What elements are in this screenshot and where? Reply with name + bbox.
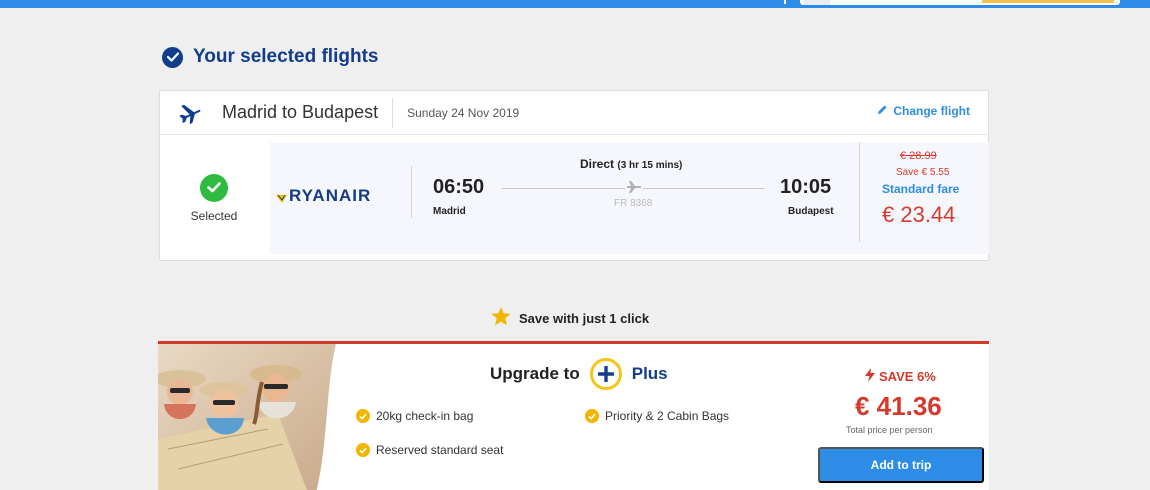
add-to-trip-button[interactable]: Add to trip bbox=[818, 447, 984, 483]
stops-label: Direct bbox=[580, 157, 615, 171]
airline-logo: RYANAIR bbox=[276, 186, 371, 206]
stops-info: Direct (3 hr 15 mins) bbox=[580, 157, 682, 171]
change-flight-link[interactable]: Change flight bbox=[877, 104, 970, 118]
price-panel: € 28.99 Save € 5.55 Standard fare € 23.4… bbox=[859, 142, 989, 242]
travelers-photo bbox=[158, 344, 336, 490]
feature-check-icon bbox=[356, 409, 370, 423]
price-note: Total price per person bbox=[846, 425, 933, 435]
flight-number: FR 8368 bbox=[614, 198, 653, 209]
feature-item: Reserved standard seat bbox=[356, 443, 503, 457]
plus-badge-icon bbox=[589, 358, 622, 390]
feature-item: Priority & 2 Cabin Bags bbox=[585, 409, 729, 423]
harp-icon bbox=[276, 191, 287, 203]
header-search-box[interactable] bbox=[800, 0, 1120, 5]
saving-amount: Save € 5.55 bbox=[896, 167, 950, 178]
save-one-click-banner: Save with just 1 click bbox=[491, 307, 649, 329]
plus-product-name: Plus bbox=[631, 364, 668, 383]
feature-label: Priority & 2 Cabin Bags bbox=[605, 409, 730, 423]
route-title: Madrid to Budapest bbox=[222, 102, 379, 122]
save-percent-badge: SAVE 6% bbox=[865, 368, 936, 385]
departure-city: Madrid bbox=[433, 206, 466, 217]
route-plane-icon bbox=[625, 179, 643, 195]
top-nav-bar bbox=[0, 0, 1150, 8]
logo-divider bbox=[411, 166, 412, 218]
feature-label: Reserved standard seat bbox=[376, 443, 504, 457]
feature-check-icon bbox=[356, 443, 370, 457]
search-button[interactable] bbox=[982, 0, 1114, 3]
lightning-icon bbox=[865, 368, 875, 385]
flight-price: € 23.44 bbox=[882, 202, 956, 227]
page-title: Your selected flights bbox=[193, 46, 379, 67]
selection-status: Selected bbox=[160, 135, 268, 261]
plus-upgrade-card: Upgrade to Plus 20kg check-in bag Priori… bbox=[158, 341, 989, 490]
selected-check-icon bbox=[200, 173, 228, 202]
selected-label: Selected bbox=[190, 208, 238, 223]
pencil-icon bbox=[877, 104, 888, 118]
arrival-time: 10:05 bbox=[780, 176, 832, 198]
fare-type: Standard fare bbox=[882, 182, 960, 196]
arrival-city: Budapest bbox=[788, 206, 834, 217]
selected-flights-heading: Your selected flights bbox=[162, 46, 378, 68]
feature-item: 20kg check-in bag bbox=[356, 409, 473, 423]
check-circle-icon bbox=[162, 46, 183, 68]
duration-label: (3 hr 15 mins) bbox=[617, 160, 683, 171]
flight-date: Sunday 24 Nov 2019 bbox=[407, 105, 520, 120]
search-segment bbox=[804, 0, 830, 5]
feature-label: 20kg check-in bag bbox=[376, 409, 474, 423]
change-flight-label: Change flight bbox=[893, 104, 970, 118]
save-percent-label: SAVE 6% bbox=[879, 369, 936, 384]
nav-divider bbox=[784, 0, 786, 4]
feature-check-icon bbox=[585, 409, 599, 423]
header-divider bbox=[392, 97, 394, 128]
original-price: € 28.99 bbox=[900, 150, 937, 162]
star-icon bbox=[491, 307, 511, 329]
airline-name: RYANAIR bbox=[289, 186, 372, 205]
flight-card-header: Madrid to Budapest Sunday 24 Nov 2019 Ch… bbox=[160, 91, 988, 135]
upgrade-heading: Upgrade to Plus bbox=[490, 358, 668, 390]
upgrade-prefix: Upgrade to bbox=[490, 364, 580, 383]
departure-time: 06:50 bbox=[433, 176, 485, 198]
flight-card: Madrid to Budapest Sunday 24 Nov 2019 Ch… bbox=[159, 90, 989, 261]
upgrade-price: € 41.36 bbox=[855, 391, 942, 421]
airplane-icon bbox=[178, 101, 202, 125]
save-one-click-label: Save with just 1 click bbox=[519, 310, 650, 326]
